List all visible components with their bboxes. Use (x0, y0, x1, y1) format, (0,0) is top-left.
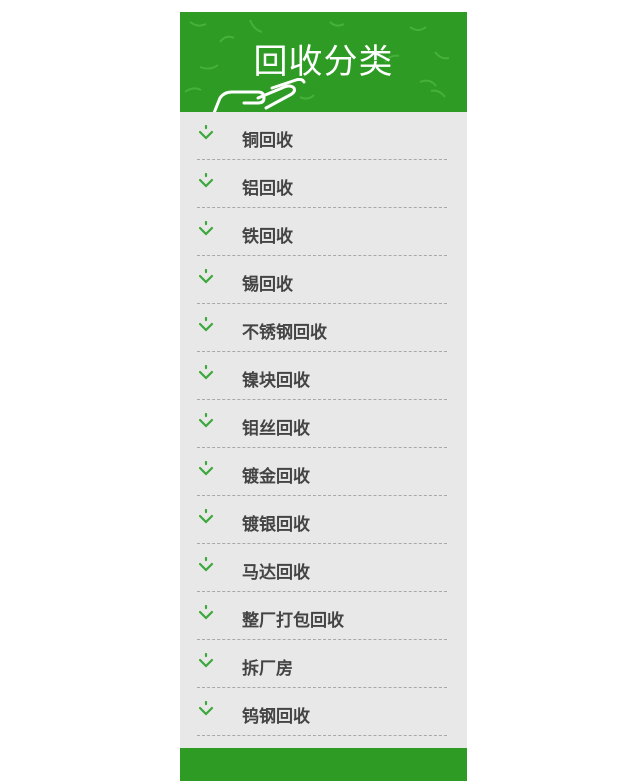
chevron-down-icon (198, 269, 214, 284)
list-item[interactable]: 马达回收 (197, 544, 447, 592)
chevron-down-icon (198, 461, 214, 476)
chevron-down-icon (198, 653, 214, 668)
list-item-label: 钨钢回收 (242, 707, 310, 727)
list-item[interactable]: 钨钢回收 (197, 688, 447, 736)
chevron-down-icon (198, 557, 214, 572)
list-item-label: 镀银回收 (242, 515, 310, 535)
list-item-label: 铜回收 (242, 131, 293, 151)
list-item-label: 不锈钢回收 (242, 323, 327, 343)
list-item[interactable]: 拆厂房 (197, 640, 447, 688)
chevron-down-icon (198, 221, 214, 236)
list-item-label: 铁回收 (242, 227, 293, 247)
list-item-label: 铝回收 (242, 179, 293, 199)
category-panel: 回收分类 铜回收 铝回收 铁回收 锡回收 不锈钢回收 镍块回收 钼丝回收 镀金回… (180, 12, 467, 781)
hand-icon (212, 78, 306, 112)
page-title: 回收分类 (253, 42, 394, 82)
list-item-label: 整厂打包回收 (242, 611, 344, 631)
category-header: 回收分类 (180, 12, 467, 112)
category-list: 铜回收 铝回收 铁回收 锡回收 不锈钢回收 镍块回收 钼丝回收 镀金回收 镀银回… (180, 112, 467, 736)
list-item[interactable]: 不锈钢回收 (197, 304, 447, 352)
chevron-down-icon (198, 125, 214, 140)
list-item-label: 钼丝回收 (242, 419, 310, 439)
chevron-down-icon (198, 701, 214, 716)
list-item[interactable]: 整厂打包回收 (197, 592, 447, 640)
chevron-down-icon (198, 605, 214, 620)
list-item-label: 锡回收 (242, 275, 293, 295)
chevron-down-icon (198, 365, 214, 380)
list-item-label: 马达回收 (242, 563, 310, 583)
list-item[interactable]: 锡回收 (197, 256, 447, 304)
list-item[interactable]: 铁回收 (197, 208, 447, 256)
list-item[interactable]: 镀金回收 (197, 448, 447, 496)
chevron-down-icon (198, 413, 214, 428)
list-item-label: 镍块回收 (242, 371, 310, 391)
chevron-down-icon (198, 509, 214, 524)
chevron-down-icon (198, 173, 214, 188)
list-item[interactable]: 铜回收 (197, 112, 447, 160)
list-item-label: 拆厂房 (242, 659, 293, 679)
list-item-label: 镀金回收 (242, 467, 310, 487)
chevron-down-icon (198, 317, 214, 332)
list-item[interactable]: 镍块回收 (197, 352, 447, 400)
list-item[interactable]: 镀银回收 (197, 496, 447, 544)
list-item[interactable]: 钼丝回收 (197, 400, 447, 448)
category-footer (180, 748, 467, 781)
list-item[interactable]: 铝回收 (197, 160, 447, 208)
